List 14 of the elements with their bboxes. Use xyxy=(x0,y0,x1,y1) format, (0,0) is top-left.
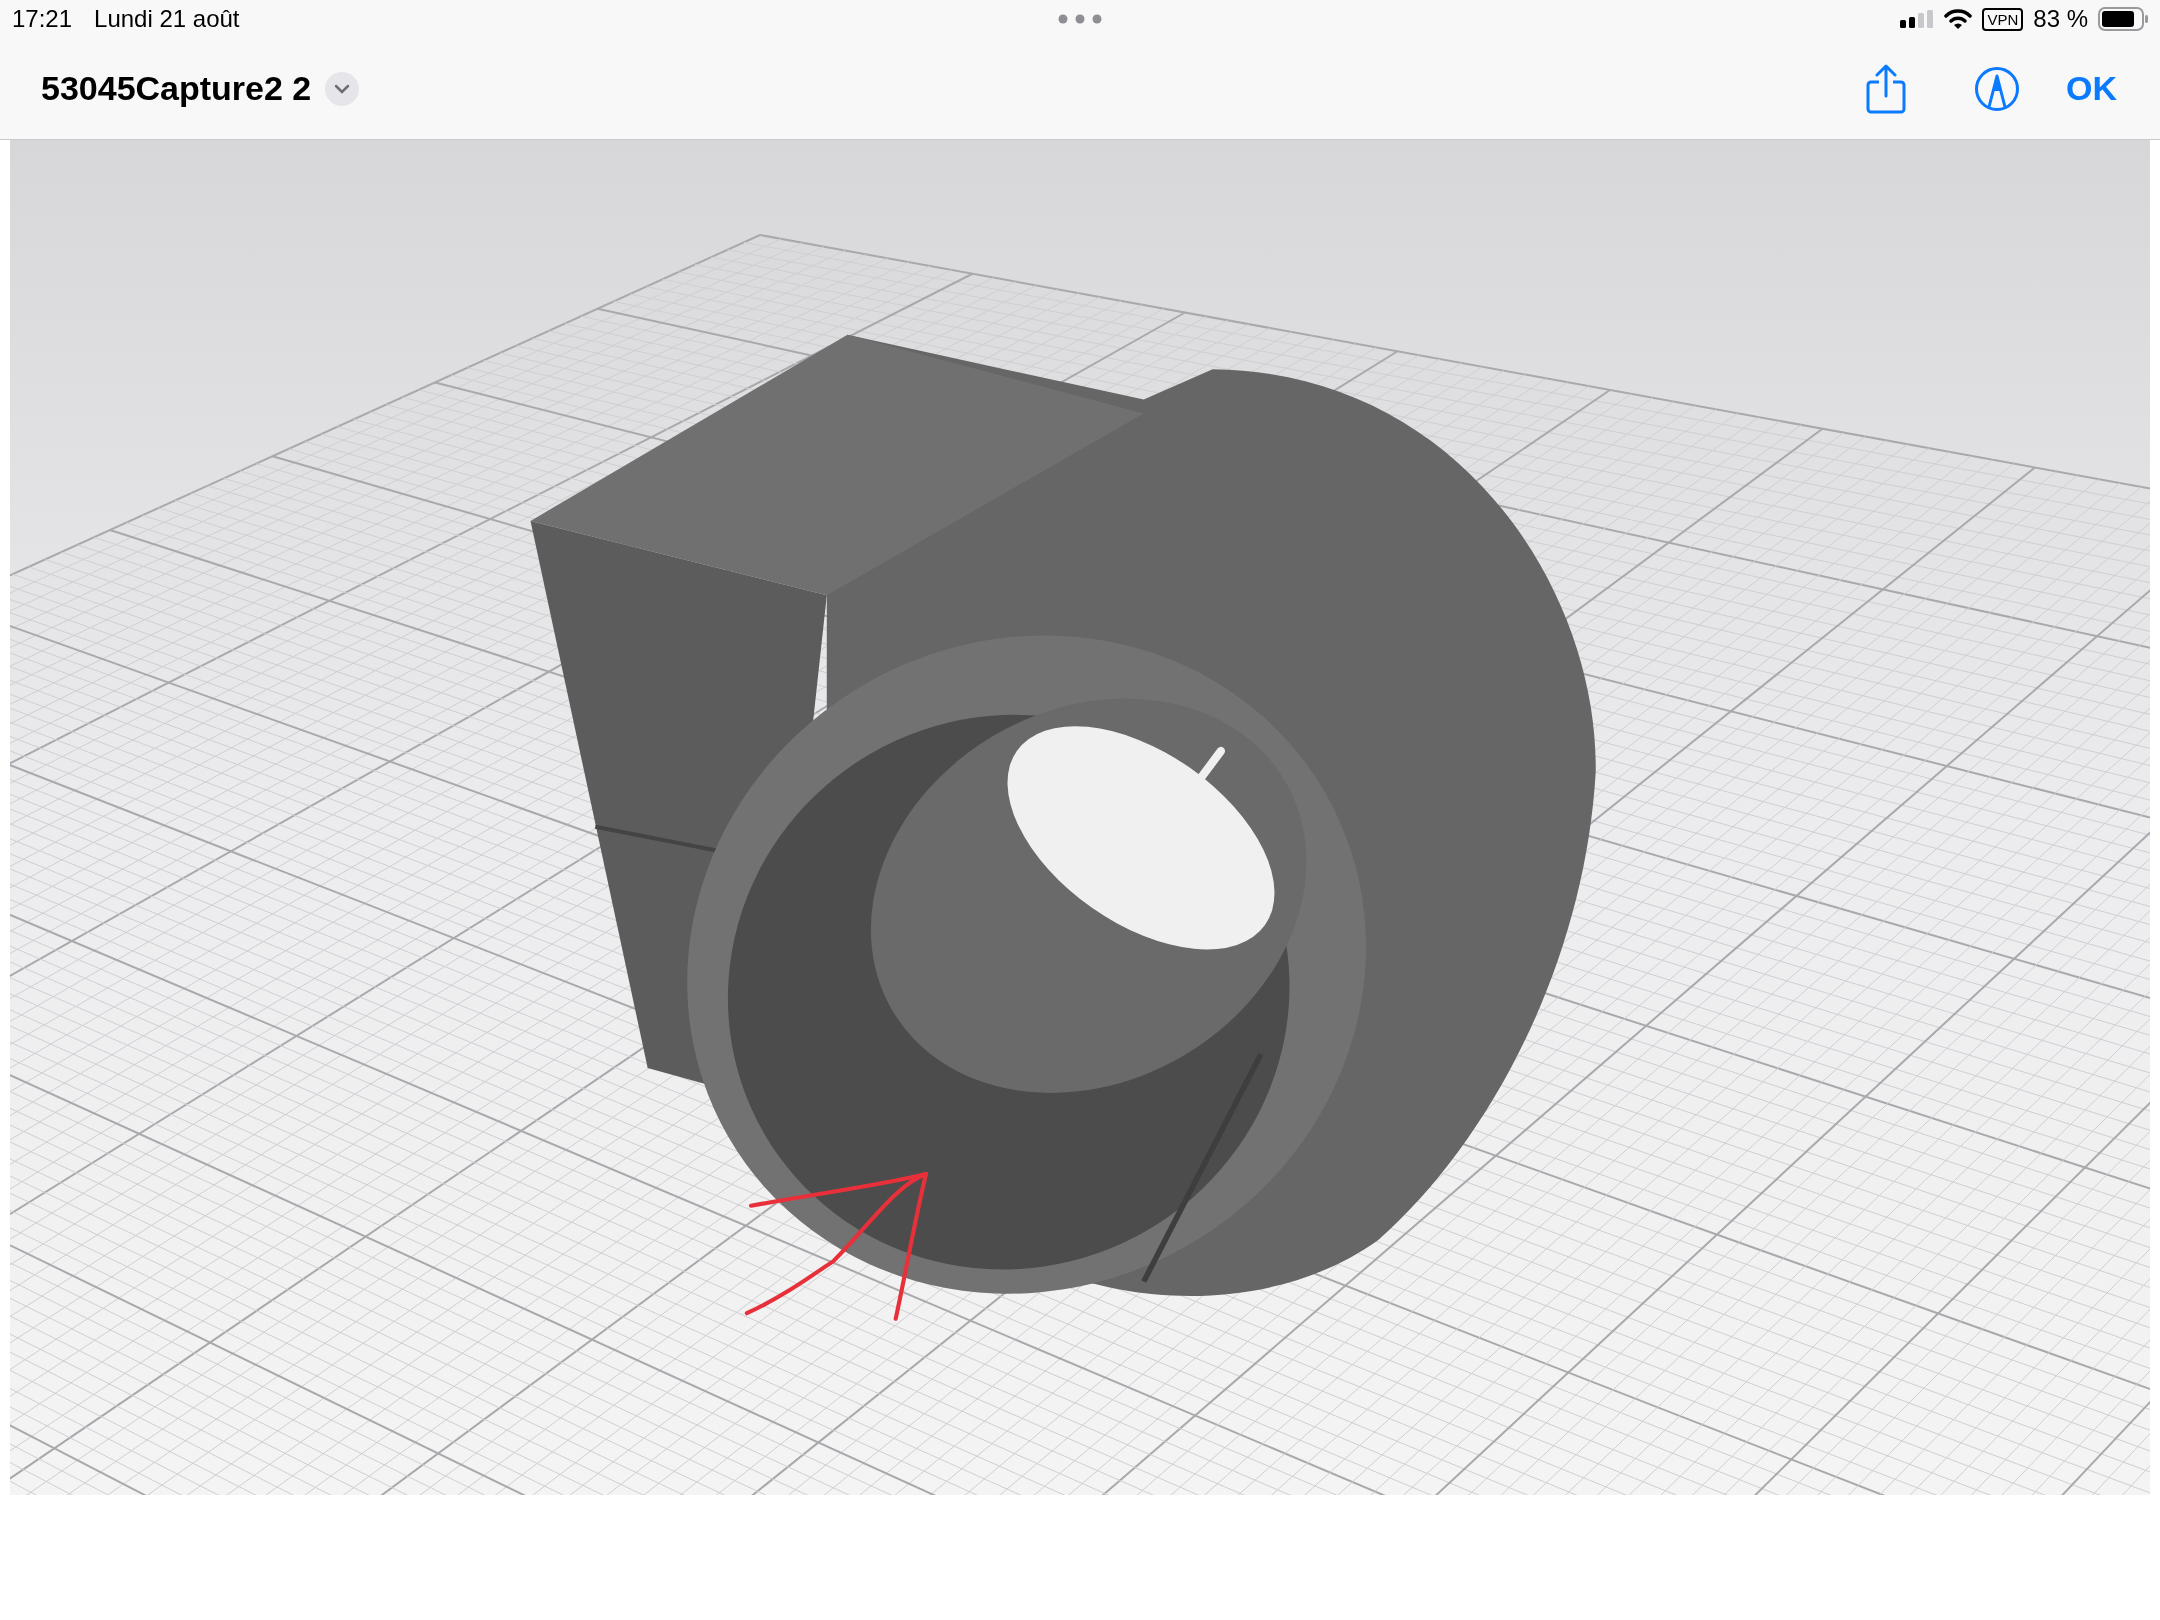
document-title: 53045Capture2 2 xyxy=(41,68,312,109)
wifi-icon xyxy=(1944,8,1973,30)
chevron-down-icon xyxy=(334,83,351,94)
pen-tip-circle-icon xyxy=(1974,65,2020,112)
title-menu-button[interactable] xyxy=(325,71,360,106)
signal-icon xyxy=(1900,10,1935,28)
vpn-badge: VPN xyxy=(1982,7,2024,31)
done-button[interactable]: OK xyxy=(2064,63,2119,114)
share-icon xyxy=(1866,63,1906,114)
multitasking-dots-icon xyxy=(1058,14,1102,24)
battery-icon xyxy=(2098,7,2148,31)
status-date: Lundi 21 août xyxy=(94,4,240,34)
battery-percentage: 83 % xyxy=(2033,4,2088,34)
status-time: 17:21 xyxy=(12,4,73,34)
